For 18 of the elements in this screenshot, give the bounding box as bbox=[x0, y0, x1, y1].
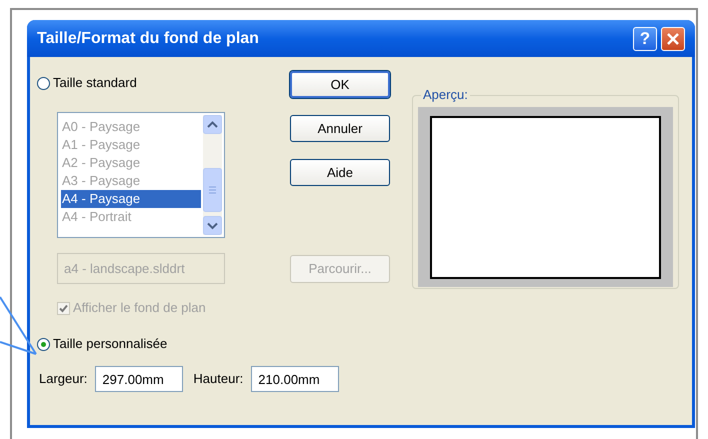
window-title: Taille/Format du fond de plan bbox=[37, 28, 260, 48]
dialog-button[interactable]: Annuler bbox=[290, 115, 390, 142]
help-button[interactable]: ? bbox=[633, 26, 657, 50]
close-icon bbox=[666, 32, 680, 46]
radio-button[interactable] bbox=[37, 338, 50, 350]
radio-label: Taille personnalisée bbox=[53, 335, 168, 354]
radio-button[interactable] bbox=[37, 76, 50, 90]
radio-label: Taille standard bbox=[53, 74, 137, 92]
field-label: Hauteur: bbox=[193, 370, 244, 388]
close-button[interactable] bbox=[661, 26, 685, 50]
dialog-button[interactable]: OK bbox=[290, 71, 390, 98]
leader-line bbox=[0, 296, 38, 358]
checkbox-label: Afficher le fond de plan bbox=[73, 299, 206, 318]
input-field[interactable]: 297.00mm bbox=[95, 366, 184, 392]
preview-label: Aperçu: bbox=[421, 87, 470, 103]
input-field[interactable]: 210.00mm bbox=[251, 366, 340, 392]
dialog-button[interactable]: Aide bbox=[290, 159, 390, 186]
field-label: Largeur: bbox=[39, 370, 88, 388]
